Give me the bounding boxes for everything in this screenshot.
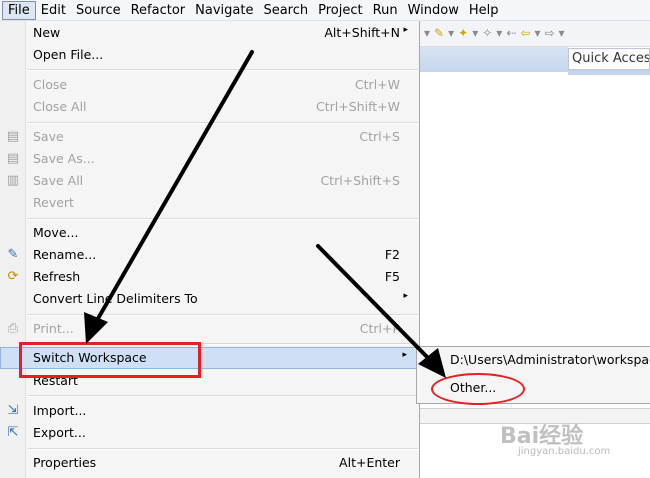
annotation-arrows	[84, 50, 446, 378]
annotation-arrow-to-switch-workspace	[84, 50, 254, 344]
annotation-arrow-to-other	[316, 244, 446, 378]
